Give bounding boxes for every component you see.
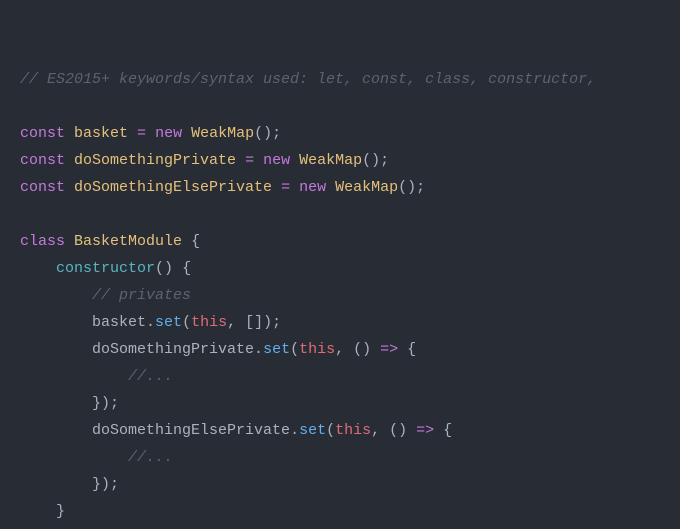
code-token: this (299, 341, 335, 358)
code-token: new (299, 179, 335, 196)
code-token: { (407, 341, 416, 358)
code-block: // ES2015+ keywords/syntax used: let, co… (20, 66, 676, 529)
code-line: // privates (20, 282, 676, 309)
code-token (236, 152, 245, 169)
code-token: = (245, 152, 254, 169)
code-token: = (281, 179, 290, 196)
code-token: set (155, 314, 182, 331)
code-token: basket (92, 314, 146, 331)
code-token (173, 260, 182, 277)
code-token: doSomethingPrivate (74, 152, 236, 169)
code-token: => (380, 341, 398, 358)
code-token: WeakMap (299, 152, 362, 169)
code-token: constructor (56, 260, 155, 277)
code-token: new (263, 152, 299, 169)
code-token: basket (74, 125, 128, 142)
code-line: }); (20, 471, 676, 498)
code-token: . (146, 314, 155, 331)
code-token: new (155, 125, 191, 142)
code-token: , () (335, 341, 380, 358)
code-token: BasketModule (74, 233, 182, 250)
code-token: WeakMap (335, 179, 398, 196)
code-token (128, 125, 137, 142)
code-token: //... (128, 449, 173, 466)
code-token (398, 341, 407, 358)
code-token: => (416, 422, 434, 439)
code-token (272, 179, 281, 196)
code-line: class BasketModule { (20, 228, 676, 255)
code-line: basket.set(this, []); (20, 309, 676, 336)
code-editor: // ES2015+ keywords/syntax used: let, co… (0, 0, 680, 529)
code-token: . (290, 422, 299, 439)
code-token (290, 179, 299, 196)
code-token: doSomethingElsePrivate (74, 179, 272, 196)
code-line: //... (20, 363, 676, 390)
code-token: this (191, 314, 227, 331)
code-line: } (20, 498, 676, 525)
code-line: constructor() { (20, 255, 676, 282)
code-token: ( (326, 422, 335, 439)
code-line: const basket = new WeakMap(); (20, 120, 676, 147)
code-token: (); (254, 125, 281, 142)
code-token: } (56, 503, 65, 520)
code-token: { (443, 422, 452, 439)
code-token: , []); (227, 314, 281, 331)
code-line: const doSomethingPrivate = new WeakMap()… (20, 147, 676, 174)
code-token: // privates (92, 287, 191, 304)
code-token: ); (101, 476, 119, 493)
code-token: set (299, 422, 326, 439)
code-token: const (20, 152, 74, 169)
code-token: const (20, 125, 74, 142)
code-token (434, 422, 443, 439)
code-token: (); (398, 179, 425, 196)
code-line: doSomethingPrivate.set(this, () => { (20, 336, 676, 363)
code-token: } (92, 395, 101, 412)
code-token: . (254, 341, 263, 358)
code-token: () (155, 260, 173, 277)
code-line: //... (20, 444, 676, 471)
code-line: doSomethingElsePrivate.set(this, () => { (20, 417, 676, 444)
code-token: set (263, 341, 290, 358)
code-line: }); (20, 390, 676, 417)
code-token: = (137, 125, 146, 142)
code-token: //... (128, 368, 173, 385)
code-token: { (182, 260, 191, 277)
code-token: const (20, 179, 74, 196)
code-token: class (20, 233, 74, 250)
code-token (146, 125, 155, 142)
code-line: const doSomethingElsePrivate = new WeakM… (20, 174, 676, 201)
code-line (20, 201, 676, 228)
code-token: (); (362, 152, 389, 169)
code-token: doSomethingPrivate (92, 341, 254, 358)
code-token: } (92, 476, 101, 493)
code-token: , () (371, 422, 416, 439)
code-token: // ES2015+ keywords/syntax used: let, co… (20, 71, 596, 88)
code-line (20, 93, 676, 120)
code-token (254, 152, 263, 169)
code-token: ( (182, 314, 191, 331)
code-token: { (191, 233, 200, 250)
code-line: // ES2015+ keywords/syntax used: let, co… (20, 66, 676, 93)
code-token: doSomethingElsePrivate (92, 422, 290, 439)
code-token: ); (101, 395, 119, 412)
code-token (182, 233, 191, 250)
code-token: WeakMap (191, 125, 254, 142)
code-line: // Public aliases to a private functions (20, 525, 676, 529)
code-token: ( (290, 341, 299, 358)
code-token: this (335, 422, 371, 439)
